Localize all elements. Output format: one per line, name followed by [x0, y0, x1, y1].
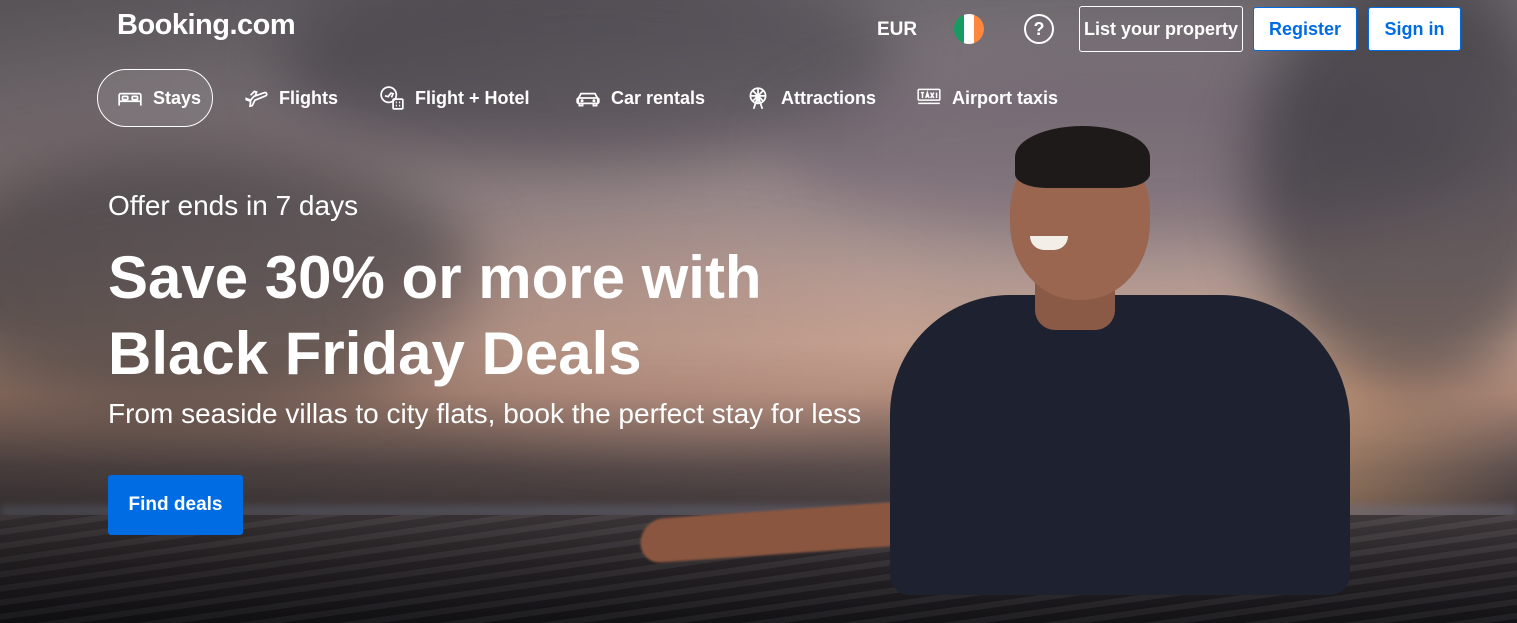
- flag-stripe-orange: [974, 14, 984, 44]
- nav-label: Airport taxis: [952, 87, 1059, 108]
- nav-tab-flight-hotel[interactable]: Flight + Hotel: [379, 69, 530, 127]
- surfer-body: [890, 295, 1350, 595]
- list-property-button[interactable]: List your property: [1079, 6, 1243, 52]
- hero-headline: Save 30% or more with Black Friday Deals: [108, 244, 762, 387]
- nav-tab-airport-taxis[interactable]: Airport taxis: [916, 69, 1058, 127]
- flight-hotel-icon: [380, 86, 404, 110]
- nav-label: Flights: [279, 87, 338, 108]
- surfer-hair: [1015, 126, 1150, 188]
- nav-tab-car-rentals[interactable]: Car rentals: [575, 69, 705, 127]
- hero-subheadline: From seaside villas to city flats, book …: [108, 398, 862, 429]
- plane-icon: [245, 90, 268, 108]
- nav-tab-attractions[interactable]: Attractions: [745, 69, 876, 127]
- booking-logo[interactable]: Booking.com: [117, 9, 296, 42]
- ireland-flag-icon[interactable]: [954, 14, 984, 44]
- nav-label: Car rentals: [611, 87, 706, 108]
- car-icon: [576, 92, 600, 107]
- nav-label: Attractions: [781, 87, 877, 108]
- flag-stripe-green: [954, 14, 964, 44]
- nav-label: Stays: [153, 87, 202, 108]
- hero-banner: Booking.com EUR ? List your property Reg…: [0, 0, 1517, 623]
- question-circle-icon[interactable]: ?: [1024, 14, 1054, 44]
- nav-label: Flight + Hotel: [415, 87, 530, 108]
- sign-in-button[interactable]: Sign in: [1368, 7, 1461, 51]
- bed-icon: [118, 92, 142, 106]
- flag-stripe-white: [964, 14, 974, 44]
- currency-selector[interactable]: EUR: [877, 19, 917, 41]
- offer-countdown: Offer ends in 7 days: [108, 190, 359, 221]
- nav-tab-flights[interactable]: Flights: [243, 69, 338, 127]
- find-deals-button[interactable]: Find deals: [108, 475, 243, 535]
- taxi-icon: [917, 88, 941, 105]
- nav-tab-stays[interactable]: Stays: [97, 69, 213, 127]
- ferris-wheel-icon: [749, 87, 767, 110]
- register-button[interactable]: Register: [1253, 7, 1357, 51]
